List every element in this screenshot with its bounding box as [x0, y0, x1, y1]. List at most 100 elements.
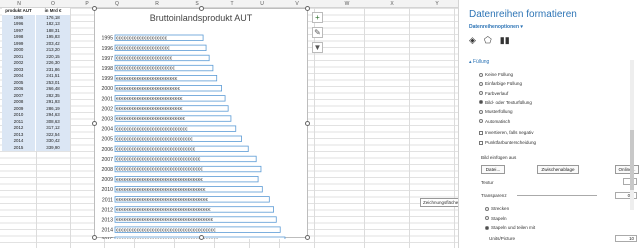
- data-bar[interactable]: €€€€€€€€€€€€€€€€€€€€€€€€€€€€€€€: [114, 145, 249, 153]
- fill-option-radio[interactable]: Farbverlauf: [479, 91, 508, 96]
- pane-title: Datenreihen formatieren: [469, 9, 577, 20]
- column-header-s[interactable]: S: [180, 1, 214, 7]
- radio-icon: [479, 81, 483, 86]
- fill-option-radio[interactable]: Musterfüllung: [479, 109, 513, 114]
- data-bar[interactable]: €€€€€€€€€€€€€€€€€€€€€: [114, 44, 207, 51]
- category-label: 2004: [101, 127, 113, 133]
- column-header-bar: NOPQRSTUVWXY: [0, 0, 458, 8]
- data-bar[interactable]: €€€€€€€€€€€€€€€€€€€€€€€€€€€€€€€€€€: [114, 165, 262, 173]
- data-bar[interactable]: €€€€€€€€€€€€€€€€€€€€€€€€€€€€€€€€€€€€€: [114, 206, 274, 213]
- data-bar[interactable]: €€€€€€€€€€€€€€€€€€€€€€€€€: [114, 85, 222, 92]
- fill-option-radio[interactable]: Keine Füllung: [479, 72, 513, 77]
- chart-styles-button[interactable]: ✎: [312, 27, 323, 38]
- resize-handle-t[interactable]: [199, 6, 204, 11]
- resize-handle-bl[interactable]: [92, 235, 97, 240]
- stretch-option-radio[interactable]: Strecken: [485, 206, 509, 211]
- bar-euro-fill: €€€€€€€€€€€€€€€€€€€€€€€€€€€€€€€€€€€€€€€: [116, 227, 216, 232]
- year-cell[interactable]: 2015: [2, 144, 36, 151]
- bar-euro-fill: €€€€€€€€€€€€€€€€€€€€€€€€€€: [116, 106, 183, 111]
- radio-icon: [485, 225, 489, 230]
- category-label: 1998: [101, 66, 113, 72]
- scrollbar-thumb[interactable]: [630, 130, 634, 190]
- series-options-dropdown[interactable]: Datenreihenoptionen ▾: [469, 24, 523, 30]
- transparency-label: Transparenz: [481, 193, 507, 198]
- category-label: 2002: [101, 106, 113, 112]
- invert-checkbox[interactable]: Invertieren, falls negativ: [479, 130, 534, 135]
- column-header-n[interactable]: N: [2, 1, 36, 7]
- column-header-u[interactable]: U: [245, 1, 279, 7]
- column-header-q[interactable]: Q: [100, 1, 134, 7]
- stretch-option-label: Stapeln und teilen mit: [491, 225, 536, 230]
- column-header-p[interactable]: P: [70, 1, 104, 7]
- clipboard-button[interactable]: Zwischenablage: [537, 165, 579, 174]
- chart-area[interactable]: Bruttoinlandsprodukt AUT 1995 €€€€€€€€€€€…: [92, 6, 310, 240]
- column-header-w[interactable]: W: [330, 1, 364, 7]
- category-label: 2010: [101, 187, 113, 193]
- fill-option-radio[interactable]: Bild- oder Texturfüllung: [479, 100, 532, 105]
- fill-option-label: Musterfüllung: [485, 109, 513, 115]
- fill-section-header[interactable]: ▴ Füllung: [469, 59, 489, 65]
- resize-handle-b[interactable]: [199, 235, 204, 240]
- data-bar[interactable]: €€€€€€€€€€€€€€€€€€€€€€€€€€€€€€€€€€: [114, 175, 259, 183]
- bar-chart[interactable]: 1995 €€€€€€€€€€€€€€€€€€€€1996 €€€€€€€€€€€€…: [95, 9, 309, 239]
- radio-icon: [479, 72, 483, 77]
- fill-bucket-icon[interactable]: ◈: [469, 35, 476, 46]
- resize-handle-l[interactable]: [92, 121, 97, 126]
- fill-option-radio[interactable]: Automatisch: [479, 119, 510, 124]
- data-bar[interactable]: €€€€€€€€€€€€€€€€€€€€: [114, 34, 204, 41]
- column-header-y[interactable]: Y: [420, 1, 454, 7]
- bar-euro-fill: €€€€€€€€€€€€€€€€€€€€€€€€€€€€€€€€€€: [116, 177, 203, 182]
- data-bar[interactable]: €€€€€€€€€€€€€€€€€€€€€€€€€€€€€€: [114, 135, 242, 142]
- pane-scrollbar[interactable]: [630, 60, 634, 210]
- checkbox-icon: [479, 130, 483, 135]
- resize-handle-tl[interactable]: [92, 6, 97, 11]
- grid-column-line: [364, 8, 365, 248]
- vary-colors-checkbox[interactable]: Punktfarbunterscheidung: [479, 140, 536, 145]
- tooltip: Zeichnungsfläche: [420, 198, 462, 207]
- units-field[interactable]: 10: [615, 235, 637, 242]
- data-bar[interactable]: €€€€€€€€€€€€€€€€€€€€€€€€€€€€€€€€€€€: [114, 186, 263, 193]
- column-header-x[interactable]: X: [375, 1, 409, 7]
- resize-handle-r[interactable]: [305, 121, 310, 126]
- category-label: 2006: [101, 147, 113, 153]
- transparency-slider[interactable]: [517, 195, 597, 196]
- column-header-t[interactable]: T: [215, 1, 249, 7]
- bar-euro-fill: €€€€€€€€€€€€€€€€€€€€€€€€€€€€€€€€€€€: [116, 187, 206, 192]
- online-button[interactable]: Online...: [615, 165, 639, 174]
- data-bar[interactable]: €€€€€€€€€€€€€€€€€€€€€€€€€€€€€€€€€€€€€€€: [114, 226, 281, 233]
- category-label: 2000: [101, 86, 113, 92]
- value-cell[interactable]: 339,90: [36, 144, 70, 151]
- fill-option-radio[interactable]: Einfarbige Füllung: [479, 81, 522, 86]
- data-bar[interactable]: €€€€€€€€€€€€€€€€€€€€€€: [114, 54, 210, 62]
- bar-euro-fill: €€€€€€€€€€€€€€€€€€€€€€€€€€€€€€: [116, 136, 193, 141]
- data-bar[interactable]: €€€€€€€€€€€€€€€€€€€€€€€€€€€€€€€€€€€€: [114, 196, 270, 203]
- series-options-bars-icon[interactable]: ▮▮: [500, 35, 510, 46]
- data-bar[interactable]: €€€€€€€€€€€€€€€€€€€€€€€€€€€€: [114, 125, 237, 132]
- radio-icon: [479, 91, 483, 96]
- effects-pentagon-icon[interactable]: ⬠: [484, 35, 492, 46]
- data-bar[interactable]: €€€€€€€€€€€€€€€€€€€€€€€€: [114, 75, 218, 82]
- stretch-option-label: Strecken: [491, 206, 510, 211]
- units-label: Units/Picture: [489, 236, 516, 241]
- data-bar[interactable]: €€€€€€€€€€€€€€€€€€€€€€€€€€€€€€€€€€€€€€: [114, 216, 277, 223]
- radio-icon: [479, 109, 483, 114]
- data-bar[interactable]: €€€€€€€€€€€€€€€€€€€€€€€€€€: [114, 105, 229, 112]
- column-header-o[interactable]: O: [36, 1, 70, 7]
- data-bar[interactable]: €€€€€€€€€€€€€€€€€€€€€€€: [114, 64, 214, 72]
- file-button[interactable]: Datei...: [481, 165, 505, 174]
- chart-filter-button[interactable]: ▼: [312, 42, 323, 53]
- chart-elements-button[interactable]: +: [312, 12, 323, 23]
- data-bar[interactable]: €€€€€€€€€€€€€€€€€€€€€€€€€€€: [114, 115, 232, 122]
- category-label: 2015: [101, 238, 113, 239]
- stretch-option-label: Stapeln: [491, 215, 507, 221]
- category-label: 2009: [101, 177, 113, 183]
- bar-euro-fill: €€€€€€€€€€€€€€€€€€€€: [116, 35, 168, 40]
- data-bar[interactable]: €€€€€€€€€€€€€€€€€€€€€€€€€€€€€€€€€: [114, 155, 257, 163]
- resize-handle-tr[interactable]: [305, 6, 310, 11]
- data-bar[interactable]: €€€€€€€€€€€€€€€€€€€€€€€€€€: [114, 95, 226, 102]
- column-header-r[interactable]: R: [140, 1, 174, 7]
- resize-handle-br[interactable]: [305, 235, 310, 240]
- stretch-option-radio[interactable]: Stapeln und teilen mit: [485, 225, 535, 230]
- stretch-option-radio[interactable]: Stapeln: [485, 216, 507, 221]
- fill-option-label: Keine Füllung: [485, 72, 514, 77]
